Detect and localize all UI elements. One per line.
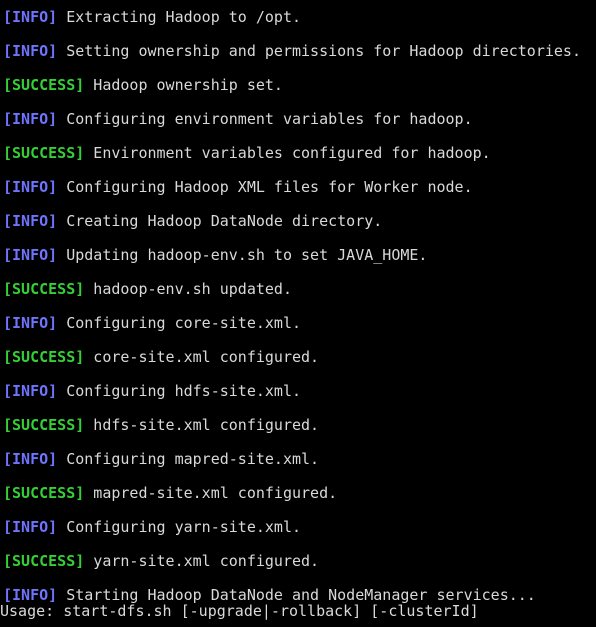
success-tag: [SUCCESS] xyxy=(3,76,85,94)
log-line: [SUCCESS] Hadoop ownership set. xyxy=(3,77,283,94)
log-message: Configuring mapred-site.xml. xyxy=(57,450,320,468)
log-message: hadoop-env.sh updated. xyxy=(84,280,292,298)
log-message: Configuring environment variables for ha… xyxy=(57,110,473,128)
log-line: [SUCCESS] Environment variables configur… xyxy=(3,145,491,162)
info-tag: [INFO] xyxy=(3,314,58,332)
success-tag: [SUCCESS] xyxy=(3,484,85,502)
log-message: yarn-site.xml configured. xyxy=(84,552,320,570)
log-line: [INFO] Setting ownership and permissions… xyxy=(3,43,581,60)
info-tag: [INFO] xyxy=(3,450,58,468)
log-line: [INFO] Configuring hdfs-site.xml. xyxy=(3,383,301,400)
log-line: [INFO] Configuring Hadoop XML files for … xyxy=(3,179,473,196)
info-tag: [INFO] xyxy=(3,178,58,196)
log-line: [INFO] Configuring mapred-site.xml. xyxy=(3,451,319,468)
log-message: Hadoop ownership set. xyxy=(84,76,283,94)
log-line: [SUCCESS] hadoop-env.sh updated. xyxy=(3,281,292,298)
log-message: Configuring core-site.xml. xyxy=(57,314,302,332)
log-message: Configuring Hadoop XML files for Worker … xyxy=(57,178,473,196)
success-tag: [SUCCESS] xyxy=(3,280,85,298)
usage-line: Usage: start-dfs.sh [-upgrade|-rollback]… xyxy=(0,602,479,620)
log-line: [SUCCESS] hdfs-site.xml configured. xyxy=(3,417,319,434)
log-message: Setting ownership and permissions for Ha… xyxy=(57,42,581,60)
log-line: [INFO] Configuring core-site.xml. xyxy=(3,315,301,332)
info-tag: [INFO] xyxy=(3,518,58,536)
log-line: [SUCCESS] yarn-site.xml configured. xyxy=(3,553,319,570)
success-tag: [SUCCESS] xyxy=(3,416,85,434)
log-message: Configuring yarn-site.xml. xyxy=(57,518,302,536)
log-message: mapred-site.xml configured. xyxy=(84,484,338,502)
log-message: hdfs-site.xml configured. xyxy=(84,416,320,434)
log-line: [INFO] Configuring yarn-site.xml. xyxy=(3,519,301,536)
log-message: Extracting Hadoop to /opt. xyxy=(57,8,302,26)
log-line: [SUCCESS] mapred-site.xml configured. xyxy=(3,485,337,502)
log-line: [INFO] Configuring environment variables… xyxy=(3,111,473,128)
info-tag: [INFO] xyxy=(3,8,58,26)
info-tag: [INFO] xyxy=(3,246,58,264)
log-message: core-site.xml configured. xyxy=(84,348,320,366)
success-tag: [SUCCESS] xyxy=(3,348,85,366)
log-line: [SUCCESS] core-site.xml configured. xyxy=(3,349,319,366)
log-message: Configuring hdfs-site.xml. xyxy=(57,382,302,400)
info-tag: [INFO] xyxy=(3,382,58,400)
success-tag: [SUCCESS] xyxy=(3,144,85,162)
info-tag: [INFO] xyxy=(3,110,58,128)
log-line: [INFO] Extracting Hadoop to /opt. xyxy=(3,9,301,26)
info-tag: [INFO] xyxy=(3,212,58,230)
info-tag: [INFO] xyxy=(3,42,58,60)
log-message: Environment variables configured for had… xyxy=(84,144,491,162)
log-message: Creating Hadoop DataNode directory. xyxy=(57,212,383,230)
terminal-output[interactable]: [INFO] Extracting Hadoop to /opt. [INFO]… xyxy=(0,0,596,627)
log-line: [INFO] Creating Hadoop DataNode director… xyxy=(3,213,382,230)
success-tag: [SUCCESS] xyxy=(3,552,85,570)
log-line: [INFO] Updating hadoop-env.sh to set JAV… xyxy=(3,247,427,264)
log-message: Updating hadoop-env.sh to set JAVA_HOME. xyxy=(57,246,428,264)
